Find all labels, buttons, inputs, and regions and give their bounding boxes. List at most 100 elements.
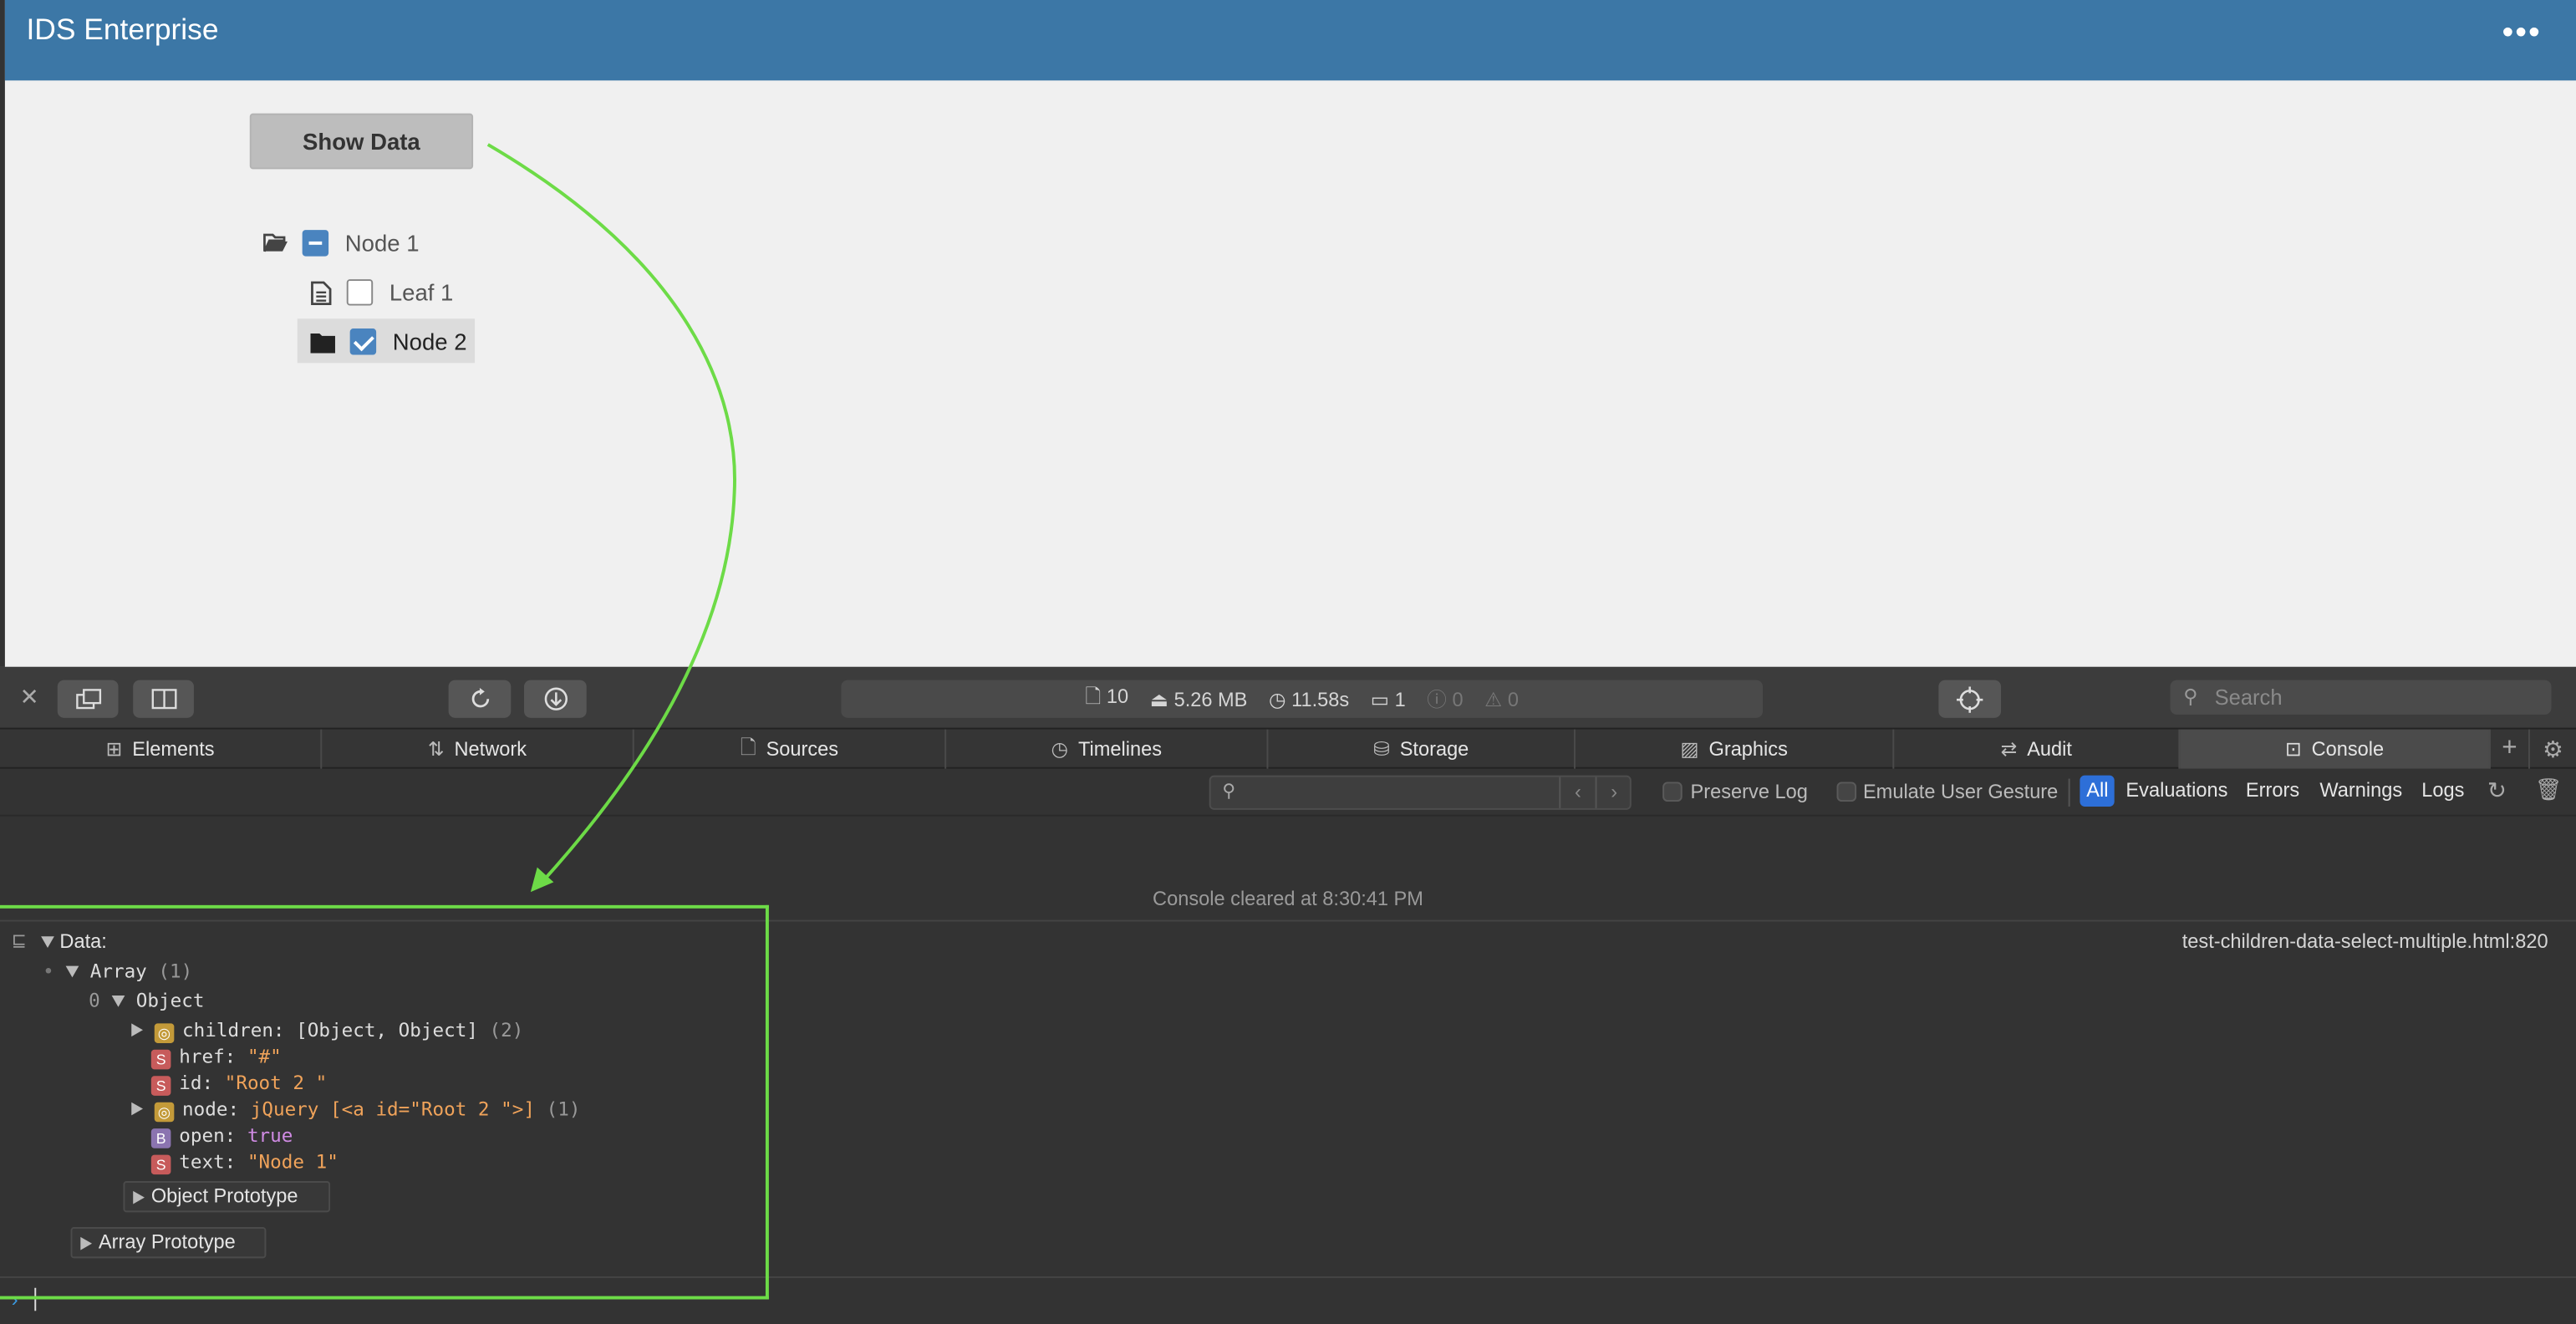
error-count: ⓘ 0 xyxy=(1427,688,1464,711)
tab-sources[interactable]: 🗋 Sources xyxy=(634,729,947,769)
resource-size: ⏏ 5.26 MB xyxy=(1149,687,1248,710)
object-node[interactable]: 0 Object xyxy=(89,989,204,1012)
emulate-gesture-checkbox[interactable] xyxy=(1836,782,1857,802)
crosshair-icon xyxy=(1956,685,1983,712)
prop-open: Bopen: true xyxy=(150,1123,293,1148)
load-time: ◷ 11.58s xyxy=(1268,687,1350,710)
show-data-button[interactable]: Show Data xyxy=(249,113,474,170)
tab-console[interactable]: ⊡ Console xyxy=(2180,729,2491,769)
app-title: IDS Enterprise xyxy=(26,13,219,47)
log-group-icon: ⊑ xyxy=(11,931,27,951)
elements-icon: ⊞ xyxy=(105,737,123,761)
browser-page: IDS Enterprise ••• Show Data Node 1 Leaf… xyxy=(0,0,2576,667)
clock-icon: ◷ xyxy=(1268,687,1292,710)
next-icon[interactable]: › xyxy=(1595,777,1632,808)
string-type-icon: S xyxy=(150,1076,171,1096)
sources-icon: 🗋 xyxy=(740,735,756,758)
tree-leaf-1[interactable]: Leaf 1 xyxy=(310,274,453,310)
prompt-chevron-icon: › xyxy=(11,1287,18,1311)
dashboard[interactable]: 🗋 10 ⏏ 5.26 MB ◷ 11.58s ▭ 1 ⓘ 0 ⚠ 0 xyxy=(841,680,1764,718)
error-icon: ⓘ xyxy=(1427,688,1453,711)
warning-count: ⚠ 0 xyxy=(1484,687,1520,710)
detach-window-icon xyxy=(75,689,101,710)
warning-icon: ⚠ xyxy=(1484,687,1508,710)
tab-graphics[interactable]: ▨ Graphics xyxy=(1576,729,1895,769)
add-tab-icon[interactable]: + xyxy=(2491,729,2530,769)
disclosure-icon xyxy=(133,1190,145,1204)
reload-icon xyxy=(471,688,489,708)
tab-elements[interactable]: ⊞ Elements xyxy=(0,729,323,769)
tree-node-2[interactable]: Node 2 xyxy=(310,323,467,359)
preserve-log-label: Preserve Log xyxy=(1690,780,1808,804)
array-node[interactable]: • Array (1) xyxy=(43,960,192,983)
object-prototype[interactable]: Object Prototype xyxy=(123,1181,331,1213)
disclosure-icon xyxy=(65,965,79,978)
emulate-gesture-label: Emulate User Gesture xyxy=(1862,780,2059,804)
tab-storage[interactable]: ⛁ Storage xyxy=(1268,729,1576,769)
tree-node-1-label: Node 1 xyxy=(344,230,420,257)
prop-href: Shref: "#" xyxy=(150,1045,282,1070)
filter-logs[interactable]: Logs xyxy=(2415,776,2471,807)
tree-node-2-label: Node 2 xyxy=(392,328,467,355)
filter-errors[interactable]: Errors xyxy=(2239,776,2306,807)
filter-all[interactable]: All xyxy=(2080,775,2115,807)
preserve-log-checkbox[interactable] xyxy=(1662,782,1683,802)
node-1-checkbox[interactable] xyxy=(302,230,329,257)
graphics-icon: ▨ xyxy=(1680,737,1699,761)
detach-button[interactable] xyxy=(57,680,119,718)
search-icon: ⚲ xyxy=(2183,685,2198,709)
previous-icon[interactable]: ‹ xyxy=(1559,777,1595,808)
network-icon: ⇅ xyxy=(427,737,445,761)
console-prompt-input[interactable] xyxy=(34,1287,37,1311)
prop-text: Stext: "Node 1" xyxy=(150,1150,339,1175)
dock-side-button[interactable] xyxy=(133,680,194,718)
folder-open-icon xyxy=(263,233,288,252)
prop-children[interactable]: ◎ children: [Object, Object] (2) xyxy=(131,1018,523,1043)
resources-count: 🗋 10 xyxy=(1085,685,1129,709)
inspect-element-button[interactable] xyxy=(1938,680,2002,718)
search-placeholder: Search xyxy=(2214,685,2283,710)
log-count: ▭ 1 xyxy=(1370,687,1406,710)
tab-timelines[interactable]: ◷ Timelines xyxy=(946,729,1269,769)
disclosure-icon xyxy=(111,995,125,1007)
filter-warnings[interactable]: Warnings xyxy=(2314,776,2409,807)
prompt-separator xyxy=(0,1276,2576,1278)
tab-network[interactable]: ⇅ Network xyxy=(322,729,634,769)
console-filter-bar: ⚲ ‹ › Preserve Log Emulate User Gesture … xyxy=(0,768,2576,817)
filter-divider xyxy=(2068,778,2070,807)
settings-gear-icon[interactable]: ⚙ xyxy=(2530,730,2576,769)
search-icon: ⚲ xyxy=(1222,782,1236,802)
tab-audit[interactable]: ⇄ Audit xyxy=(1894,729,2181,769)
object-type-icon: ◎ xyxy=(154,1023,175,1043)
storage-icon: ⛁ xyxy=(1373,737,1390,761)
reload-button[interactable] xyxy=(448,680,512,718)
prop-node[interactable]: ◎ node: jQuery [<a id="Root 2 ">] (1) xyxy=(131,1097,580,1123)
filter-evaluations[interactable]: Evaluations xyxy=(2120,776,2235,807)
dock-side-icon xyxy=(150,689,176,710)
disclosure-icon xyxy=(131,1023,144,1037)
disclosure-icon xyxy=(80,1236,93,1250)
string-type-icon: S xyxy=(150,1049,171,1070)
close-icon[interactable]: ✕ xyxy=(20,685,39,709)
download-button[interactable] xyxy=(524,680,587,718)
trash-icon[interactable]: 🗑 xyxy=(2535,777,2562,803)
refresh-icon[interactable]: ↻ xyxy=(2487,777,2507,805)
disclosure-icon xyxy=(41,936,54,948)
timelines-icon: ◷ xyxy=(1051,737,1069,761)
kebab-icon[interactable]: ••• xyxy=(2502,17,2542,49)
data-log-entry[interactable]: Data: xyxy=(41,929,107,953)
node-2-checkbox[interactable] xyxy=(349,328,377,355)
prop-id: Sid: "Root 2 " xyxy=(150,1071,327,1096)
inspector-search-input[interactable]: ⚲ Search xyxy=(2170,680,2552,715)
console-source-link[interactable]: test-children-data-select-multiple.html:… xyxy=(2182,929,2548,953)
console-icon: ⊡ xyxy=(2285,737,2302,761)
inspector-tabs: ⊞ Elements ⇅ Network 🗋 Sources ◷ Timelines ⛁… xyxy=(0,729,2576,769)
disclosure-icon xyxy=(131,1102,144,1116)
array-prototype[interactable]: Array Prototype xyxy=(70,1227,267,1259)
console-filter-input[interactable]: ⚲ ‹ › xyxy=(1209,775,1632,810)
leaf-1-checkbox[interactable] xyxy=(346,279,374,306)
download-icon xyxy=(543,687,568,710)
audit-icon: ⇄ xyxy=(2000,737,2018,761)
tree-node-1[interactable]: Node 1 xyxy=(262,225,420,261)
tree-leaf-1-label: Leaf 1 xyxy=(389,279,454,306)
